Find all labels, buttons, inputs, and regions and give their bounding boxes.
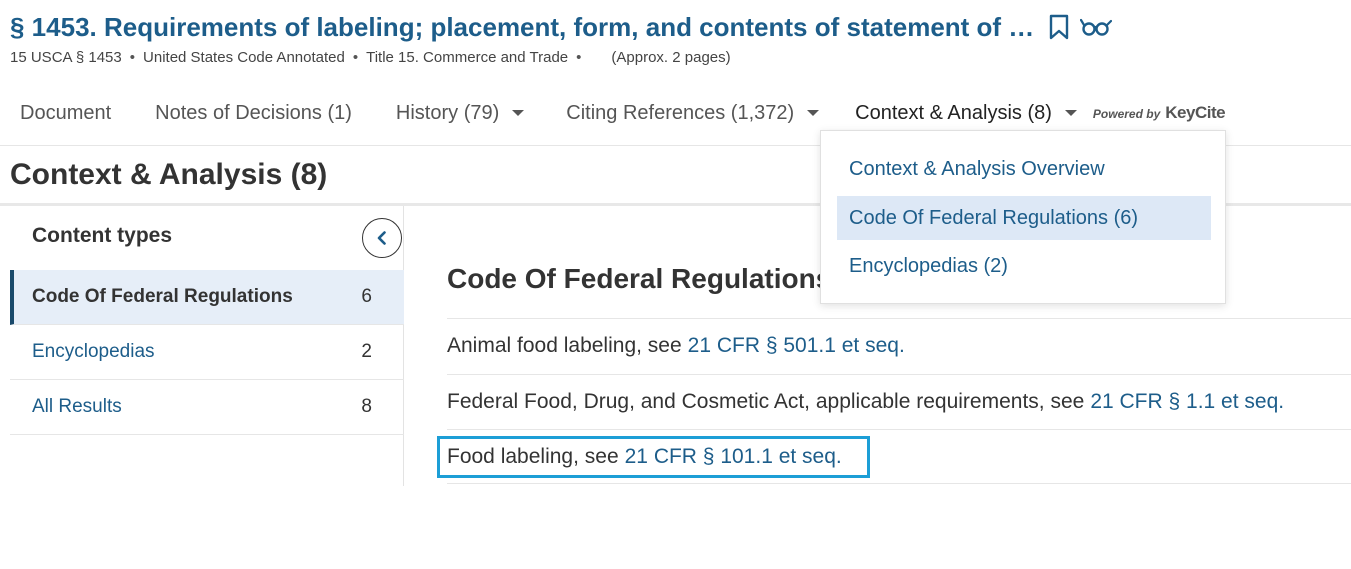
page-count: (Approx. 2 pages) [611, 49, 731, 66]
sidebar-item-label: Encyclopedias [32, 341, 155, 362]
tab-label: Notes of Decisions (1) [155, 101, 352, 124]
dropdown-item-label: Code Of Federal Regulations (6) [849, 206, 1139, 229]
tab-label: Context & Analysis (8) [855, 101, 1052, 124]
dropdown-item-label: Context & Analysis Overview [849, 157, 1105, 180]
separator-dot: • [352, 49, 359, 66]
tab-notes-of-decisions[interactable]: Notes of Decisions (1) [155, 102, 352, 125]
sidebar-item-all-results[interactable]: All Results 8 [10, 380, 404, 435]
result-row: Animal food labeling, see 21 CFR § 501.1… [447, 318, 1351, 373]
sidebar-item-label: All Results [32, 396, 122, 417]
tab-label: Citing References (1,372) [566, 101, 795, 124]
sidebar-item-encyclopedias[interactable]: Encyclopedias 2 [10, 325, 404, 380]
document-title: § 1453. Requirements of labeling; placem… [10, 11, 1035, 42]
separator-dot: • [129, 49, 136, 66]
reading-glasses-icon[interactable] [1080, 16, 1113, 38]
sidebar-item-count: 6 [361, 286, 372, 307]
sidebar-item-count: 2 [361, 341, 372, 362]
citation: 15 USCA § 1453 [10, 49, 122, 66]
sidebar-header: Content types [32, 224, 173, 247]
dropdown-item-label: Encyclopedias (2) [849, 254, 1008, 277]
tab-context-analysis[interactable]: Context & Analysis (8) [855, 102, 1077, 125]
cfr-link[interactable]: 21 CFR § 1.1 et seq. [1090, 390, 1284, 414]
result-row: Federal Food, Drug, and Cosmetic Act, ap… [447, 374, 1351, 429]
cfr-link[interactable]: 21 CFR § 501.1 et seq. [688, 334, 905, 358]
context-analysis-dropdown: Context & Analysis Overview Code Of Fede… [820, 130, 1226, 304]
result-text: Animal food labeling, see [447, 334, 682, 357]
bookmark-icon[interactable] [1048, 14, 1070, 40]
sidebar-item-code-of-federal-regulations[interactable]: Code Of Federal Regulations 6 [10, 270, 404, 325]
tab-history[interactable]: History (79) [395, 101, 525, 125]
results-heading: Code Of Federal Regulations [447, 263, 832, 294]
result-text: Federal Food, Drug, and Cosmetic Act, ap… [447, 390, 1085, 413]
dropdown-item-code-of-federal-regulations[interactable]: Code Of Federal Regulations (6) [837, 196, 1211, 240]
source-name: United States Code Annotated [143, 49, 345, 66]
collapse-sidebar-button[interactable] [362, 218, 402, 258]
keycite-logo: Powered by KeyCite [1092, 103, 1226, 123]
chevron-left-icon [377, 231, 386, 245]
dropdown-item-encyclopedias[interactable]: Encyclopedias (2) [837, 244, 1211, 288]
section-title: Context & Analysis (8) [10, 158, 328, 191]
tab-label: History (79) [395, 101, 500, 124]
tab-label: Document [20, 101, 112, 124]
highlight-box [437, 436, 870, 478]
tab-document[interactable]: Document [20, 102, 111, 125]
document-metadata: 15 USCA § 1453 • United States Code Annota… [10, 49, 731, 66]
caret-down-icon [512, 110, 525, 116]
tab-citing-references[interactable]: Citing References (1,372) [566, 101, 820, 125]
title-path: Title 15. Commerce and Trade [366, 49, 569, 66]
document-header: § 1453. Requirements of labeling; placem… [10, 10, 1113, 44]
keycite-brand: KeyCite [1165, 103, 1226, 122]
content-types-sidebar: Content types Code Of Federal Regulation… [10, 206, 404, 486]
caret-down-icon [807, 110, 820, 116]
dropdown-item-overview[interactable]: Context & Analysis Overview [837, 147, 1211, 191]
document-tabs: Document Notes of Decisions (1) History … [20, 98, 1226, 128]
sidebar-item-label: Code Of Federal Regulations [32, 286, 293, 307]
powered-by-text: Powered by [1092, 107, 1161, 121]
caret-down-icon [1064, 110, 1077, 116]
sidebar-item-count: 8 [361, 396, 372, 417]
separator-dot: • [576, 49, 582, 66]
